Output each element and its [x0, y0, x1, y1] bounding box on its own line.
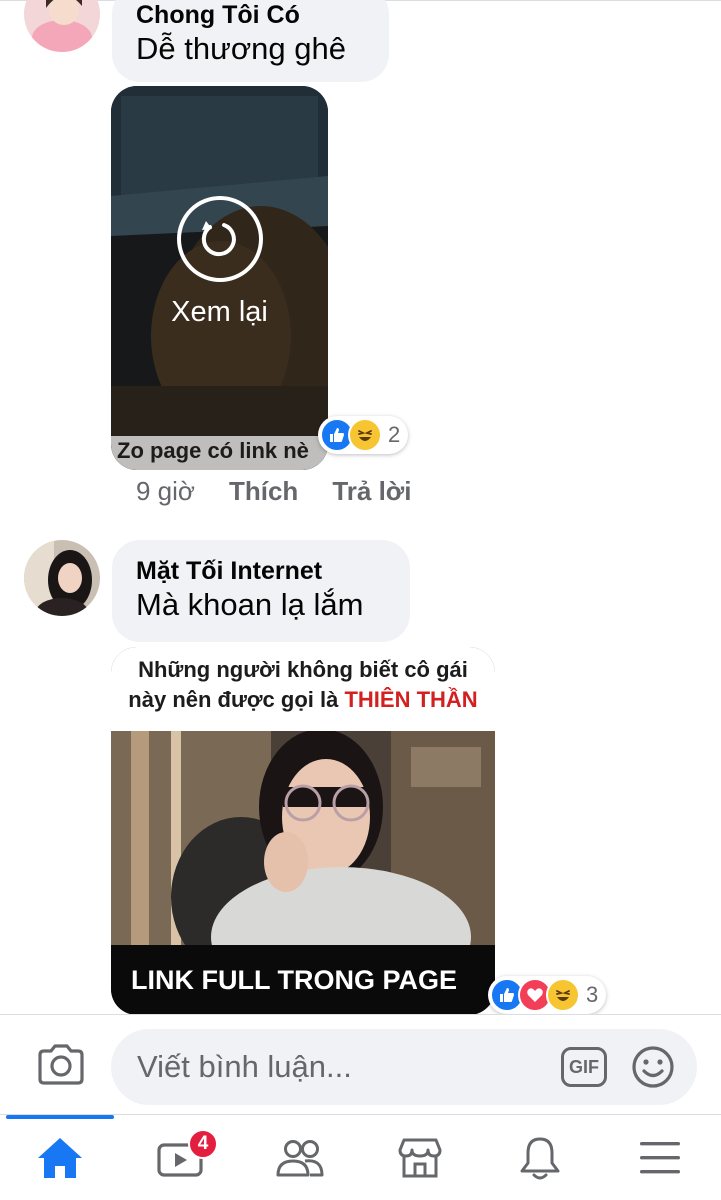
notifications-icon: [520, 1137, 560, 1180]
haha-icon: [348, 418, 382, 452]
gif-button[interactable]: GIF: [561, 1047, 607, 1087]
like-button[interactable]: Thích: [229, 476, 298, 507]
haha-icon: [546, 978, 580, 1012]
caption-line1: Những người không biết cô gái: [138, 657, 468, 682]
video-caption-bottom: LINK FULL TRONG PAGE: [111, 945, 495, 1015]
tab-menu[interactable]: [600, 1115, 720, 1200]
reaction-summary[interactable]: 2: [318, 416, 409, 454]
comment-video[interactable]: Những người không biết cô gái này nên đư…: [111, 647, 495, 1015]
comment-author[interactable]: Mặt Tối Internet: [136, 556, 386, 586]
replay-control[interactable]: Xem lại: [111, 196, 328, 329]
video-caption: Zo page có link nè: [117, 438, 309, 463]
comment-video[interactable]: Xem lại Zo page có link nè: [111, 86, 328, 470]
reply-button[interactable]: Trả lời: [332, 476, 411, 507]
avatar[interactable]: [24, 540, 100, 616]
friends-icon: [276, 1140, 324, 1177]
reaction-count: 2: [388, 422, 401, 447]
menu-icon: [640, 1142, 680, 1174]
comment-composer: Viết bình luận... GIF: [0, 1014, 721, 1114]
home-icon: [38, 1138, 82, 1178]
camera-icon[interactable]: [36, 1043, 86, 1092]
tab-friends[interactable]: [240, 1115, 360, 1200]
comment-bubble[interactable]: Mặt Tối Internet Mà khoan lạ lắm: [112, 540, 410, 642]
marketplace-icon: [398, 1138, 442, 1178]
caption-highlight: THIÊN THẦN: [344, 687, 478, 712]
reaction-count: 3: [586, 982, 599, 1007]
caption-line2-prefix: này nên được gọi là: [128, 687, 339, 712]
comment-placeholder: Viết bình luận...: [137, 1049, 352, 1084]
comment-input[interactable]: Viết bình luận... GIF: [111, 1029, 697, 1105]
reaction-summary[interactable]: 3: [488, 976, 607, 1014]
tab-marketplace[interactable]: [360, 1115, 480, 1200]
replay-label: Xem lại: [171, 296, 268, 328]
tab-home[interactable]: [0, 1115, 120, 1200]
avatar[interactable]: [24, 0, 100, 52]
emoji-icon[interactable]: [631, 1045, 675, 1094]
comment-time[interactable]: 9 giờ: [136, 476, 195, 507]
comment-meta: 9 giờ Thích Trả lời: [136, 476, 412, 507]
comment-text: Mà khoan lạ lắm: [136, 587, 364, 622]
video-caption-top: Những người không biết cô gái này nên đư…: [111, 647, 495, 731]
caption-line2: này nên được gọi là THIÊN THẦN: [111, 685, 495, 715]
bottom-tab-bar: 4: [0, 1114, 721, 1200]
tab-video[interactable]: 4: [120, 1115, 240, 1200]
tab-notifications[interactable]: [480, 1115, 600, 1200]
replay-icon[interactable]: [176, 196, 263, 282]
comment-bubble[interactable]: Chong Tôi Có Dễ thương ghê: [112, 0, 389, 82]
comment-author[interactable]: Chong Tôi Có: [136, 0, 365, 30]
comment-text: Dễ thương ghê: [136, 31, 346, 66]
video-badge: 4: [188, 1129, 218, 1159]
